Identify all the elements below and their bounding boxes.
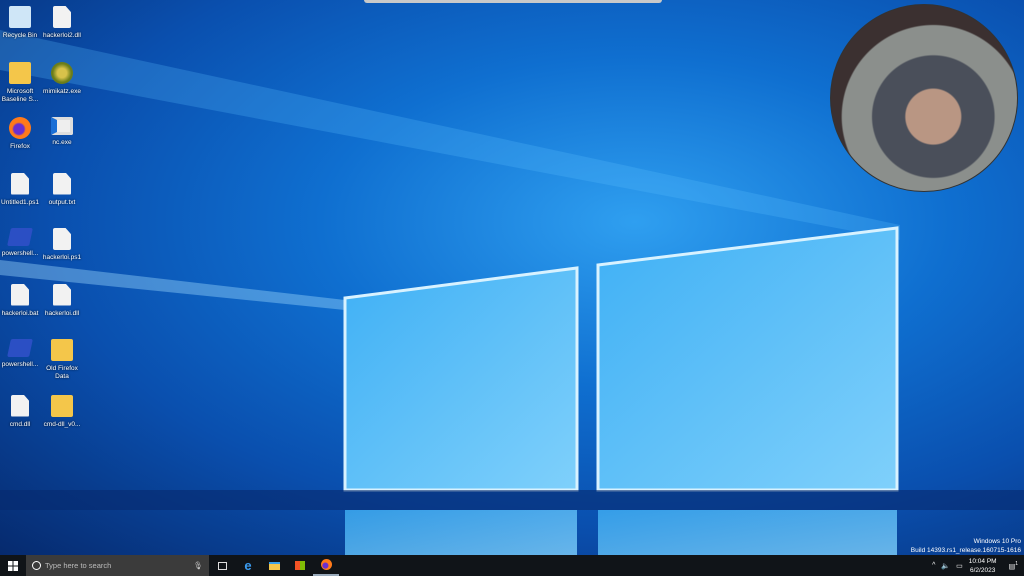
file-explorer-button[interactable] (261, 555, 287, 576)
firefox-icon (9, 117, 31, 139)
start-button[interactable] (0, 555, 26, 576)
desktop-icon-label: powershell... (1, 361, 39, 368)
desktop-icon-label: Recycle Bin (2, 32, 38, 39)
folder-icon (268, 561, 280, 570)
edge-button[interactable]: e (235, 555, 261, 576)
bin-icon (9, 6, 31, 28)
desktop-icon[interactable]: Old Firefox Data (40, 339, 84, 381)
watermark-build: Build 14393.rs1_release.160715-1616 (910, 547, 1021, 554)
window-icon (51, 117, 73, 135)
firefox-taskbar-button[interactable] (313, 555, 339, 576)
ps-icon (7, 339, 33, 357)
desktop-icon-label: powershell... (1, 250, 39, 257)
store-button[interactable] (287, 555, 313, 576)
doc-icon (53, 283, 71, 306)
clock-date: 6/2/2023 (970, 566, 996, 574)
desktop-icon[interactable]: Untitled1.ps1 (0, 172, 42, 207)
task-view-button[interactable] (209, 555, 235, 576)
desktop-icon[interactable]: cmd.dll (0, 394, 42, 429)
remote-session-bar[interactable] (364, 0, 662, 3)
desktop-icon-label: mimikatz.exe (43, 87, 81, 95)
desktop-icon-label: hackerloi2.dll (43, 32, 81, 39)
cortana-icon (32, 561, 41, 570)
desktop-icon[interactable]: powershell... (0, 228, 42, 258)
desktop-icon-label: cmd-dll_v0... (43, 420, 81, 428)
clock[interactable]: 10:04 PM 6/2/2023 (969, 557, 997, 575)
clock-time: 10:04 PM (968, 557, 997, 565)
taskbar: Type here to search 🎙 e ^ 🔈 ▭ 10:04 PM 6… (0, 555, 1024, 576)
desktop-icon[interactable]: hackerloi2.dll (40, 6, 84, 40)
desktop-icon[interactable]: Recycle Bin (0, 6, 42, 40)
webcam-overlay (830, 4, 1018, 192)
doc-icon (53, 172, 71, 195)
desktop-icon[interactable]: mimikatz.exe (40, 61, 84, 96)
doc-icon (11, 394, 29, 417)
notification-count: 1 (1015, 560, 1018, 567)
chevron-up-icon[interactable]: ^ (932, 562, 935, 569)
desktop-icon-label: Old Firefox Data (46, 365, 78, 380)
volume-icon[interactable]: 🔈 (941, 562, 950, 570)
desktop-icon[interactable]: nc.exe (40, 117, 84, 147)
desktop-icon[interactable]: cmd-dll_v0... (40, 394, 84, 429)
desktop-icon[interactable]: Firefox (0, 117, 42, 151)
desktop-icon-label: hackerloi.dll (44, 309, 80, 317)
desktop-icon-label: hackerloi.bat (1, 309, 39, 317)
bat-icon (11, 283, 29, 306)
shield-icon (9, 61, 31, 84)
desktop-icon[interactable]: hackerloi.bat (0, 283, 42, 318)
desktop-icon-label: nc.exe (52, 139, 72, 146)
watermark-edition: Windows 10 Pro (973, 538, 1021, 545)
desktop-icon[interactable]: hackerloi.dll (40, 283, 84, 318)
desktop-icon-label: output.txt (48, 198, 76, 206)
microphone-icon[interactable]: 🎙 (193, 561, 203, 570)
search-placeholder: Type here to search (45, 561, 112, 570)
doc-icon (53, 6, 71, 28)
desktop-icon[interactable]: hackerloi.ps1 (40, 228, 84, 262)
store-icon (295, 561, 305, 570)
desktop-icon-label: cmd.dll (9, 420, 31, 428)
firefox-icon (320, 559, 332, 570)
edge-icon: e (244, 558, 252, 573)
desktop-icon[interactable]: Microsoft Baseline S... (0, 61, 42, 104)
network-icon[interactable]: ▭ (956, 562, 963, 570)
task-view-icon (217, 561, 227, 570)
windows-icon (8, 560, 18, 571)
desktop-icon-label: Microsoft Baseline S... (1, 87, 39, 103)
notification-center-button[interactable]: ▤1 (1009, 561, 1018, 570)
desktop-icon[interactable]: output.txt (40, 172, 84, 207)
zip-icon (51, 394, 73, 417)
system-tray: ^ 🔈 ▭ 10:04 PM 6/2/2023 ▤1 (932, 557, 1024, 575)
ps-icon (7, 228, 33, 246)
desktop-icon-label: Untitled1.ps1 (1, 198, 39, 206)
doc-icon (53, 228, 71, 250)
kiwi-icon (51, 61, 73, 84)
doc-icon (11, 172, 29, 195)
desktop-icon-label: hackerloi.ps1 (42, 254, 82, 261)
search-box[interactable]: Type here to search 🎙 (26, 555, 209, 576)
windows-watermark: Windows 10 Pro Build 14393.rs1_release.1… (911, 537, 1021, 555)
desktop-icon-label: Firefox (10, 143, 30, 150)
folder-icon (51, 339, 73, 361)
desktop-icon[interactable]: powershell... (0, 339, 42, 369)
